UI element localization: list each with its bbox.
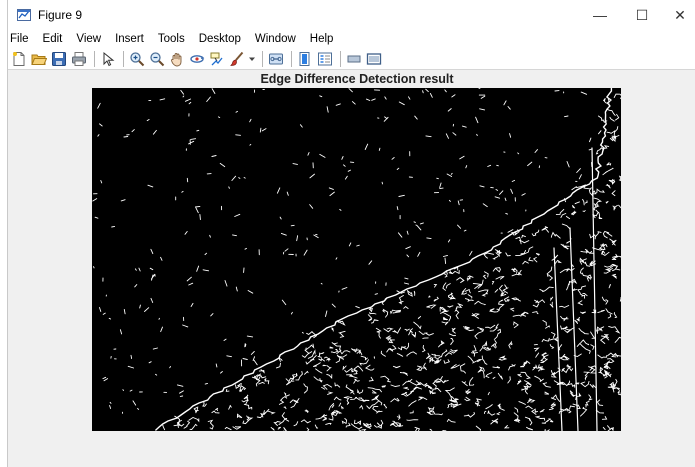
pan-icon[interactable] bbox=[168, 50, 186, 68]
toolbar-separator bbox=[340, 50, 341, 67]
new-figure-icon[interactable] bbox=[10, 50, 28, 68]
title-bar: Figure 9 — ☐ ✕ bbox=[8, 0, 695, 30]
colorbar-icon[interactable] bbox=[296, 50, 314, 68]
legend-icon[interactable] bbox=[316, 50, 334, 68]
data-cursor-icon[interactable] bbox=[208, 50, 226, 68]
brush-icon[interactable] bbox=[228, 50, 246, 68]
figure-window: Figure 9 — ☐ ✕ File Edit View Insert Too… bbox=[7, 0, 695, 467]
zoom-in-icon[interactable] bbox=[128, 50, 146, 68]
minimize-button[interactable]: — bbox=[580, 0, 620, 30]
menu-desktop[interactable]: Desktop bbox=[192, 30, 248, 48]
window-title: Figure 9 bbox=[38, 8, 83, 22]
brush-dropdown-icon[interactable] bbox=[248, 50, 256, 68]
link-plot-icon[interactable] bbox=[267, 50, 285, 68]
open-file-icon[interactable] bbox=[30, 50, 48, 68]
plot-title: Edge Difference Detection result bbox=[260, 72, 454, 86]
toolbar-separator bbox=[262, 50, 263, 67]
toolbar-separator bbox=[123, 50, 124, 67]
toolbar-separator bbox=[94, 50, 95, 67]
toolbar-separator bbox=[291, 50, 292, 67]
menu-file[interactable]: File bbox=[8, 30, 36, 48]
pointer-icon[interactable] bbox=[99, 50, 117, 68]
menu-view[interactable]: View bbox=[69, 30, 108, 48]
edge-map bbox=[92, 88, 621, 431]
rotate-3d-icon[interactable] bbox=[188, 50, 206, 68]
menu-edit[interactable]: Edit bbox=[36, 30, 70, 48]
hide-plot-tools-icon[interactable] bbox=[345, 50, 363, 68]
maximize-button[interactable]: ☐ bbox=[622, 0, 662, 30]
matlab-figure-icon bbox=[17, 9, 31, 21]
figure-toolbar bbox=[8, 48, 695, 70]
zoom-out-icon[interactable] bbox=[148, 50, 166, 68]
edge-detection-image[interactable] bbox=[92, 88, 621, 431]
menu-tools[interactable]: Tools bbox=[151, 30, 192, 48]
figure-canvas: Edge Difference Detection result bbox=[8, 71, 695, 467]
print-icon[interactable] bbox=[70, 50, 88, 68]
menu-bar: File Edit View Insert Tools Desktop Wind… bbox=[8, 30, 695, 48]
close-button[interactable]: ✕ bbox=[664, 0, 695, 30]
save-icon[interactable] bbox=[50, 50, 68, 68]
menu-window[interactable]: Window bbox=[248, 30, 303, 48]
show-plot-tools-icon[interactable] bbox=[365, 50, 383, 68]
menu-help[interactable]: Help bbox=[303, 30, 341, 48]
menu-insert[interactable]: Insert bbox=[108, 30, 151, 48]
